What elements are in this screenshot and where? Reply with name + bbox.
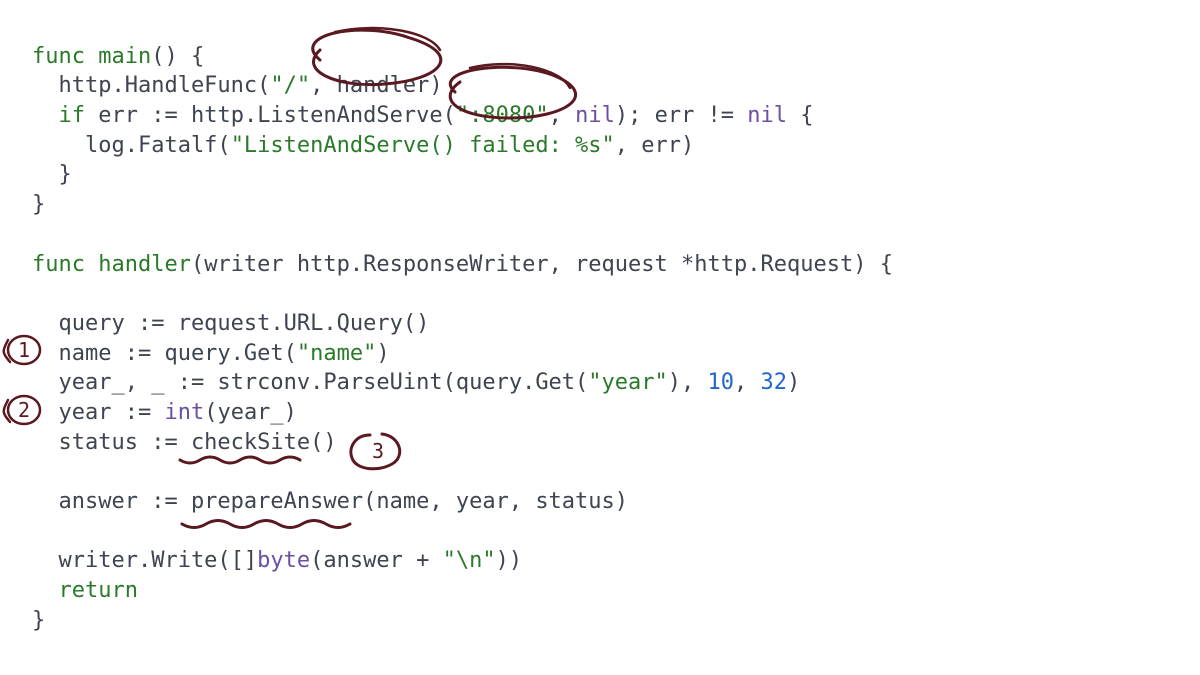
t: , handler) <box>310 73 442 98</box>
t: , <box>549 103 576 128</box>
t: status := checkSite() <box>32 430 337 455</box>
t: writer.Write([] <box>32 548 257 573</box>
t: (year_) <box>204 400 297 425</box>
t: ) <box>376 341 389 366</box>
t: log.Fatalf( <box>32 133 231 158</box>
t: (writer http.ResponseWriter, request *ht… <box>191 252 893 277</box>
nil: nil <box>575 103 615 128</box>
str: "\n" <box>443 548 496 573</box>
t: year := <box>32 400 164 425</box>
fn-handler: handler <box>98 252 191 277</box>
str: "year" <box>588 370 667 395</box>
str: "/" <box>270 73 310 98</box>
t: { <box>787 103 814 128</box>
str: ":8080" <box>456 103 549 128</box>
builtin-int: int <box>164 400 204 425</box>
builtin-byte: byte <box>257 548 310 573</box>
nil: nil <box>747 103 787 128</box>
t: err := http.ListenAndServe( <box>98 103 456 128</box>
t: ); err != <box>615 103 747 128</box>
t: ), <box>668 370 708 395</box>
str: "ListenAndServe() failed: %s" <box>231 133 615 158</box>
t: )) <box>496 548 523 573</box>
t: () { <box>151 44 204 69</box>
t: query := request.URL.Query() <box>32 311 429 336</box>
t: (answer + <box>310 548 442 573</box>
t: } <box>32 608 45 633</box>
t: http.HandleFunc( <box>32 73 270 98</box>
t: answer := prepareAnswer(name, year, stat… <box>32 489 628 514</box>
kw-func: func <box>32 44 85 69</box>
t: } <box>32 192 45 217</box>
str: "name" <box>297 341 376 366</box>
t: name := query.Get( <box>32 341 297 366</box>
t: , <box>734 370 761 395</box>
t: , err) <box>615 133 694 158</box>
code-block: func main() { http.HandleFunc("/", handl… <box>0 0 1200 635</box>
fn-main: main <box>98 44 151 69</box>
t: } <box>32 162 72 187</box>
t: ) <box>787 370 800 395</box>
t: year_, _ := strconv.ParseUint(query.Get( <box>32 370 588 395</box>
num: 32 <box>761 370 788 395</box>
kw-func: func <box>32 252 85 277</box>
kw-if: if <box>59 103 86 128</box>
kw-return: return <box>59 578 138 603</box>
num: 10 <box>708 370 735 395</box>
